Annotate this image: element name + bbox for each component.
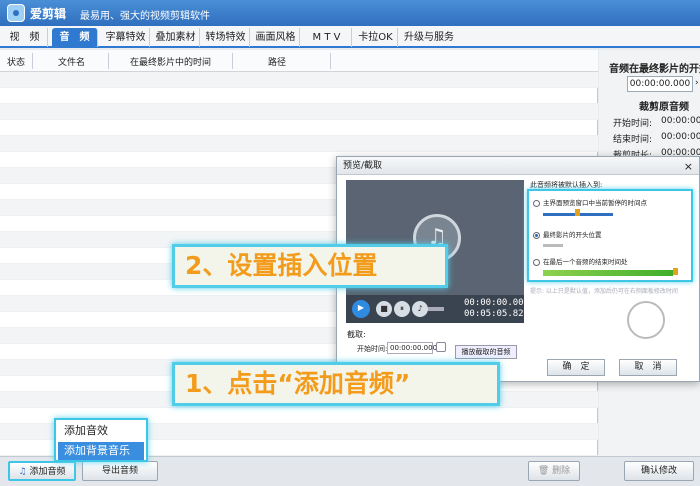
player-controls: ▶ ■ ⏸ ♪ 00:00:00.000 00:05:05.820 bbox=[346, 295, 529, 323]
music-note-icon: ♫ bbox=[18, 467, 27, 477]
timeline-marker[interactable] bbox=[575, 209, 580, 216]
tab-karaoke[interactable]: 卡拉OK bbox=[354, 28, 398, 47]
cut-start-label: 开始时间: bbox=[357, 345, 388, 353]
volume-slider[interactable] bbox=[428, 307, 444, 311]
export-audio-button[interactable]: 导出音频 bbox=[82, 461, 158, 481]
callout-step-1: 1、点击“添加音频” bbox=[172, 362, 500, 406]
callout-step-2: 2、设置插入位置 bbox=[172, 244, 448, 288]
dialog-title: 预览/截取 bbox=[343, 161, 383, 171]
tab-subtitle-effects[interactable]: 字幕特效 bbox=[102, 28, 150, 47]
option-movie-start[interactable]: 最终影片的开头位置 bbox=[533, 229, 602, 239]
cut-label: 截取: bbox=[347, 330, 366, 339]
delete-button[interactable]: 🗑 删除 bbox=[528, 461, 580, 481]
audio-start-title: 音频在最终影片的开始 bbox=[609, 64, 700, 75]
menu-item-add-background-music[interactable]: 添加背景音乐 bbox=[58, 442, 144, 460]
app-slogan: 最易用、强大的视频剪辑软件 bbox=[80, 11, 210, 22]
radio-button[interactable] bbox=[533, 231, 540, 239]
volume-icon[interactable]: ♪ bbox=[412, 301, 428, 317]
end-time-value[interactable]: 00:00:00 bbox=[661, 132, 700, 142]
audio-start-time-input[interactable]: 00:00:00.000 bbox=[627, 76, 693, 92]
tab-audio[interactable]: 音 频 bbox=[52, 28, 98, 47]
option-after-last-audio[interactable]: 在最后一个音频的结束时间处 bbox=[533, 256, 628, 266]
play-icon[interactable]: ▶ bbox=[352, 300, 370, 318]
cancel-button[interactable]: 取 消 bbox=[619, 359, 677, 376]
radio-button[interactable] bbox=[533, 258, 540, 266]
option-current-pause-point[interactable]: 主界面预览窗口中当前暂停的时间点 bbox=[533, 197, 647, 207]
app-logo-icon bbox=[7, 4, 25, 22]
dialog-title-bar: 预览/截取 × bbox=[337, 157, 699, 175]
chevron-right-icon[interactable]: › bbox=[695, 78, 699, 88]
tab-video[interactable]: 视 频 bbox=[2, 28, 48, 47]
start-time-value[interactable]: 00:00:00 bbox=[661, 116, 700, 126]
confirm-changes-button[interactable]: 确认修改 bbox=[624, 461, 694, 481]
radio-button[interactable] bbox=[533, 199, 540, 207]
close-icon[interactable]: × bbox=[684, 158, 693, 176]
trash-icon: 🗑 bbox=[537, 466, 550, 476]
column-path[interactable]: 路径 bbox=[268, 55, 286, 68]
tab-mtv[interactable]: M T V bbox=[302, 28, 352, 47]
start-time-label: 开始时间: bbox=[613, 119, 653, 129]
pause-icon[interactable]: ⏸ bbox=[394, 301, 410, 317]
total-time: 00:05:05.820 bbox=[464, 309, 530, 319]
audio-list-header: 状态 文件名 在最终影片中的时间 路径 bbox=[0, 50, 598, 72]
end-time-label: 结束时间: bbox=[613, 135, 653, 145]
ok-button[interactable]: 确 定 bbox=[547, 359, 605, 376]
title-bar: 爱剪辑 最易用、强大的视频剪辑软件 bbox=[0, 0, 700, 26]
stop-icon[interactable]: ■ bbox=[376, 301, 392, 317]
menu-item-add-sound-effect[interactable]: 添加音效 bbox=[58, 422, 144, 440]
trim-audio-section-title: 裁剪原音频 bbox=[639, 102, 689, 113]
pick-time-icon[interactable] bbox=[436, 342, 446, 352]
timeline-track bbox=[543, 244, 563, 247]
timeline-marker[interactable] bbox=[673, 268, 678, 275]
main-tab-bar: 视 频 音 频 字幕特效 叠加素材 转场特效 画面风格 M T V 卡拉OK 升… bbox=[0, 26, 700, 48]
column-filename[interactable]: 文件名 bbox=[58, 55, 85, 68]
tab-picture-style[interactable]: 画面风格 bbox=[252, 28, 300, 47]
add-audio-menu: 添加音效 添加背景音乐 bbox=[54, 418, 148, 462]
cut-start-time-input[interactable]: 00:00:00.000 bbox=[387, 342, 437, 354]
tab-upgrade-service[interactable]: 升级与服务 bbox=[400, 28, 458, 47]
app-name: 爱剪辑 bbox=[30, 7, 67, 21]
insert-tip: 提示: 以上只是默认值，添加后仍可在右侧面板修改时间 bbox=[530, 288, 678, 295]
insert-position-options: 主界面预览窗口中当前暂停的时间点 最终影片的开头位置 在最后一个音频的结束时间处 bbox=[527, 189, 693, 282]
current-time: 00:00:00.000 bbox=[464, 298, 530, 308]
tab-overlay-material[interactable]: 叠加素材 bbox=[152, 28, 200, 47]
tab-transition-effects[interactable]: 转场特效 bbox=[202, 28, 250, 47]
mascot-icon bbox=[627, 301, 665, 339]
audio-track-bar bbox=[543, 270, 673, 276]
playback-time: 00:00:00.000 00:05:05.820 bbox=[464, 298, 529, 320]
play-cut-audio-button[interactable]: 播放截取的音频 bbox=[455, 345, 517, 359]
column-status[interactable]: 状态 bbox=[7, 55, 25, 68]
column-time-in-movie[interactable]: 在最终影片中的时间 bbox=[130, 55, 211, 68]
add-audio-button[interactable]: ♫ 添加音频 bbox=[8, 461, 76, 481]
